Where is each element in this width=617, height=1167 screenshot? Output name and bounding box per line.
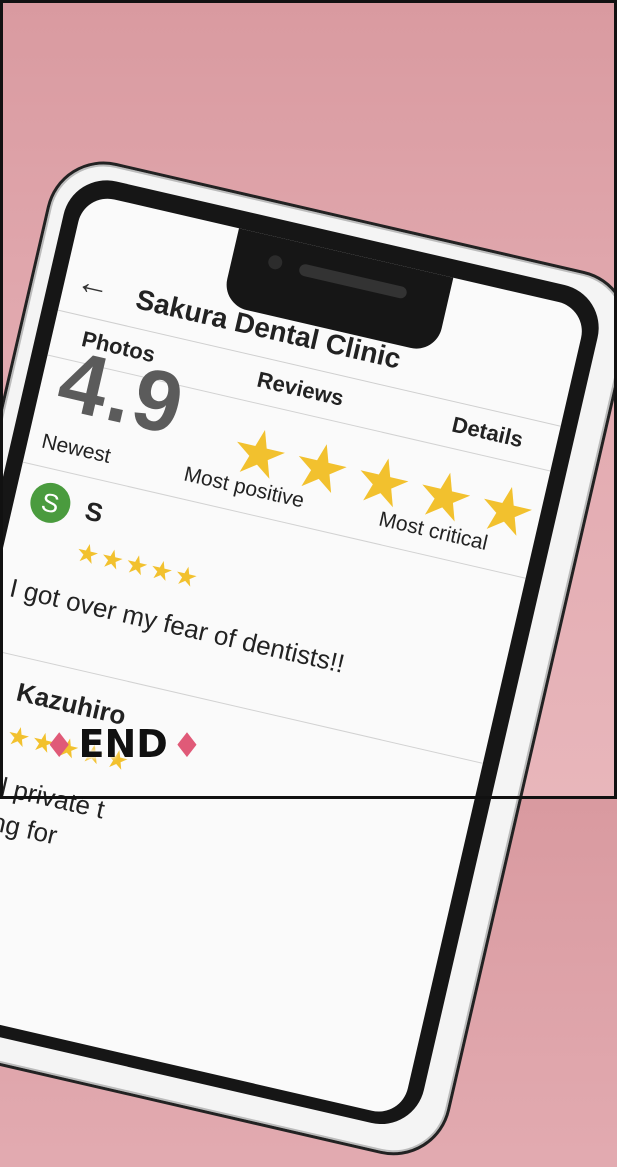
avatar: S (26, 478, 75, 527)
sort-newest[interactable]: Newest (39, 430, 113, 469)
end-badge: ♦ END ♦ (44, 722, 202, 766)
avatar: K (0, 661, 2, 710)
diamond-icon: ♦ (171, 726, 203, 766)
review-stars: ★★★★★ (72, 536, 203, 595)
earpiece-speaker (298, 263, 408, 300)
front-camera (266, 253, 284, 271)
end-label: END (78, 722, 168, 766)
phone-screen: ← Sakura Dental Clinic Photos Reviews De… (0, 192, 588, 1118)
reviewer-name: S (82, 495, 106, 529)
arrow-left-icon[interactable]: ← (73, 262, 115, 308)
diamond-icon: ♦ (44, 726, 75, 766)
smartphone: ← Sakura Dental Clinic Photos Reviews De… (0, 150, 617, 1167)
tab-details[interactable]: Details (449, 412, 526, 454)
